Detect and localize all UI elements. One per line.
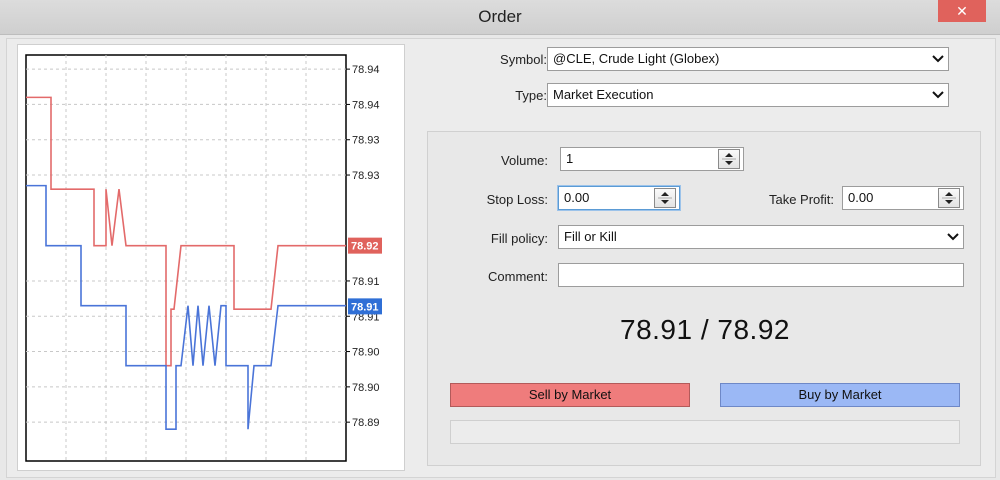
chevron-down-icon (932, 91, 944, 99)
price-tick-label: 78.90 (352, 347, 380, 359)
bid-price-marker-label: 78.91 (351, 301, 379, 313)
price-tick-label: 78.93 (352, 170, 380, 182)
sell-by-market-button[interactable]: Sell by Market (450, 383, 690, 407)
dialog-body: 78.94 78.94 78.93 78.93 78.91 78.91 78.90 78.90… (6, 38, 996, 478)
up-down-arrows-icon (658, 192, 672, 204)
price-tick-label: 78.90 (352, 382, 380, 394)
window-title: Order (478, 7, 522, 26)
type-label: Type: (515, 88, 547, 103)
comment-input[interactable] (558, 263, 964, 287)
tick-chart: 78.94 78.94 78.93 78.93 78.91 78.91 78.90 78.90… (17, 44, 405, 471)
price-tick-label: 78.94 (352, 99, 380, 111)
type-select[interactable]: Market Execution (547, 83, 949, 107)
bid-ask-quote: 78.91 / 78.92 (620, 314, 790, 345)
stop-loss-label: Stop Loss: (486, 192, 548, 207)
symbol-select-value: @CLE, Crude Light (Globex) (553, 51, 720, 66)
execution-progress-bar (450, 420, 960, 444)
take-profit-label: Take Profit: (768, 192, 834, 207)
type-select-value: Market Execution (553, 87, 654, 102)
up-down-arrows-icon (722, 153, 736, 165)
title-bar: Order ✕ (0, 0, 1000, 35)
chevron-down-icon (947, 233, 959, 241)
close-icon: ✕ (956, 3, 968, 19)
buy-by-market-button[interactable]: Buy by Market (720, 383, 960, 407)
up-down-arrows-icon (942, 192, 956, 204)
order-parameters-panel: Volume: 1 Stop Loss: 0.00 Take Profit: 0… (427, 131, 981, 466)
ask-price-marker-label: 78.92 (351, 241, 379, 253)
volume-spinner[interactable] (718, 149, 740, 169)
symbol-select[interactable]: @CLE, Crude Light (Globex) (547, 47, 949, 71)
volume-label: Volume: (501, 153, 548, 168)
close-button[interactable]: ✕ (938, 0, 986, 22)
stop-loss-spinner[interactable] (654, 188, 676, 208)
comment-label: Comment: (488, 269, 548, 284)
tick-chart-svg: 78.94 78.94 78.93 78.93 78.91 78.91 78.90 78.90… (25, 54, 382, 462)
fill-policy-select[interactable]: Fill or Kill (558, 225, 964, 249)
volume-input[interactable]: 1 (560, 147, 744, 171)
price-tick-label: 78.89 (352, 417, 380, 429)
take-profit-spinner[interactable] (938, 188, 960, 208)
symbol-label: Symbol: (500, 52, 547, 67)
price-tick-label: 78.91 (352, 276, 380, 288)
chevron-down-icon (932, 55, 944, 63)
price-tick-label: 78.94 (352, 64, 380, 76)
price-tick-label: 78.93 (352, 135, 380, 147)
fill-policy-value: Fill or Kill (564, 229, 617, 244)
fill-policy-label: Fill policy: (490, 231, 548, 246)
